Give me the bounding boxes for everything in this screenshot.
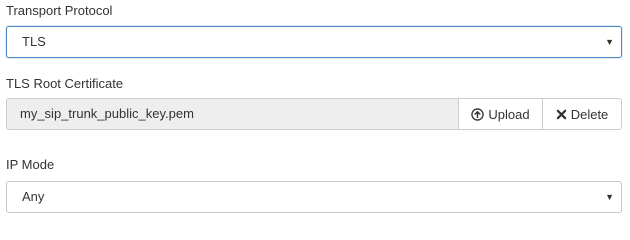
tls-certificate-filename: my_sip_trunk_public_key.pem [20,106,194,121]
ip-mode-label: IP Mode [6,157,55,172]
close-x-icon [556,109,567,120]
arrow-up-circle-icon [471,107,485,121]
tls-certificate-filename-field: my_sip_trunk_public_key.pem [6,98,459,130]
transport-protocol-select[interactable]: TLS ▼ [6,26,622,58]
delete-button-label: Delete [570,106,609,122]
delete-button[interactable]: Delete [542,98,622,130]
caret-down-icon: ▼ [605,37,614,47]
tls-root-certificate-label: TLS Root Certificate [6,76,124,91]
ip-mode-value: Any [22,189,45,204]
transport-protocol-value: TLS [22,34,46,49]
upload-button-label: Upload [488,106,530,122]
caret-down-icon: ▼ [605,192,614,202]
transport-protocol-label: Transport Protocol [6,3,113,18]
ip-mode-select[interactable]: Any ▼ [6,181,622,213]
upload-button[interactable]: Upload [458,98,543,130]
